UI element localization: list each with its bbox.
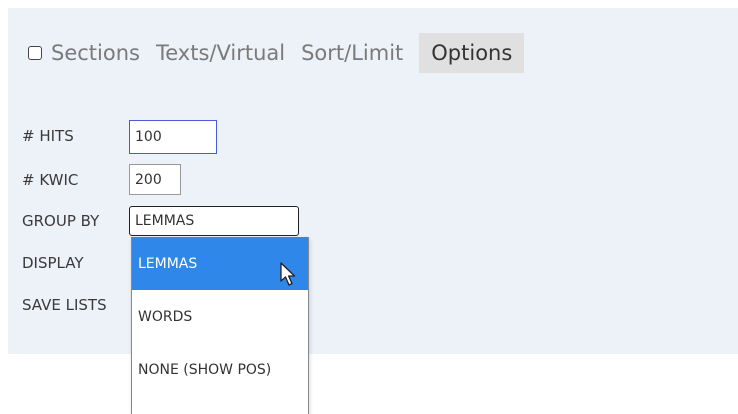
tab-bar: Sections Texts/Virtual Sort/Limit Option…: [28, 33, 525, 73]
hits-input[interactable]: 100: [129, 120, 217, 154]
mouse-cursor-icon: [280, 262, 296, 286]
display-label: DISPLAY: [22, 254, 84, 272]
tab-options[interactable]: Options: [419, 33, 525, 73]
tab-sort-limit[interactable]: Sort/Limit: [301, 33, 403, 73]
kwic-label: # KWIC: [22, 171, 79, 189]
group-by-label: GROUP BY: [22, 212, 100, 230]
tab-sections[interactable]: Sections: [51, 33, 140, 73]
dropdown-option-words[interactable]: WORDS: [132, 290, 308, 343]
sections-checkbox[interactable]: [28, 46, 42, 60]
hits-label: # HITS: [22, 127, 74, 145]
group-by-select[interactable]: LEMMAS: [129, 206, 299, 236]
kwic-input[interactable]: 200: [129, 164, 181, 195]
save-lists-label: SAVE LISTS: [22, 296, 107, 314]
dropdown-option-none-show-pos[interactable]: NONE (SHOW POS): [132, 343, 308, 396]
tab-texts-virtual[interactable]: Texts/Virtual: [156, 33, 285, 73]
